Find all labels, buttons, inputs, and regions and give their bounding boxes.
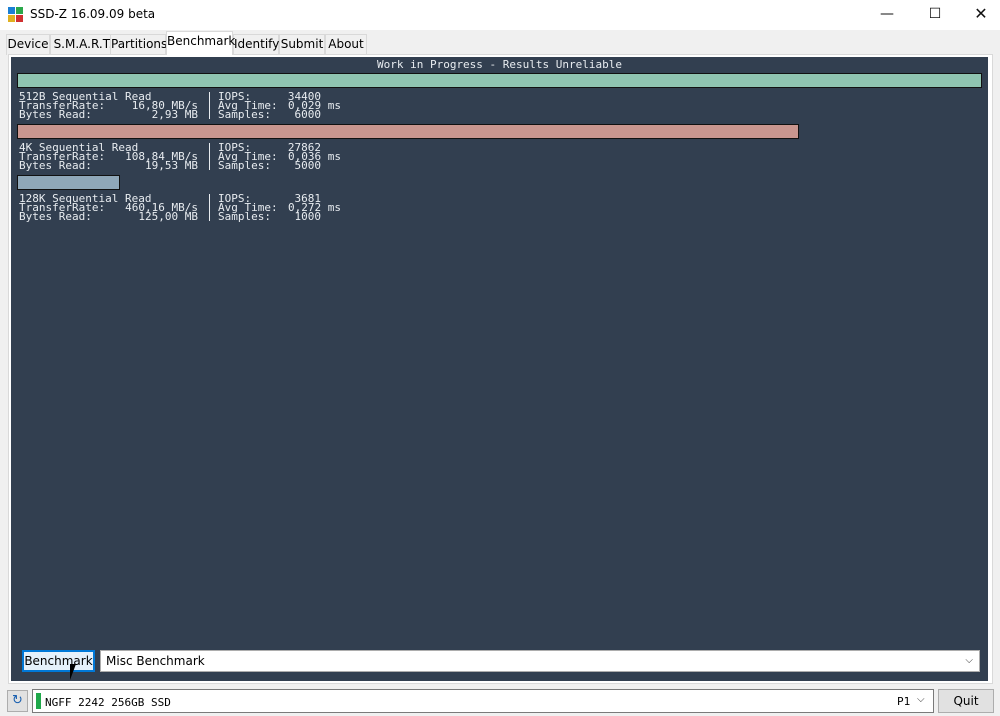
status-bar: ↻ NGFF 2242 256GB SSD P1 ⌵ Quit xyxy=(0,686,1000,716)
benchmark-console: Work in Progress - Results Unreliable 51… xyxy=(11,57,988,681)
drive-select[interactable]: NGFF 2242 256GB SSD P1 ⌵ xyxy=(32,689,934,713)
results-banner: Work in Progress - Results Unreliable xyxy=(376,58,623,71)
title-bar: SSD-Z 16.09.09 beta — ☐ ✕ xyxy=(0,0,1000,30)
drive-port: P1 xyxy=(897,695,911,708)
maximize-button[interactable]: ☐ xyxy=(912,0,958,30)
chevron-down-icon: ⌵ xyxy=(965,655,973,666)
tab-smart[interactable]: S.M.A.R.T. xyxy=(50,34,116,55)
samples-label: Samples: xyxy=(218,108,271,121)
close-button[interactable]: ✕ xyxy=(958,0,1000,30)
mouse-cursor-icon xyxy=(70,664,76,680)
samples-value: 1000 xyxy=(294,210,322,223)
chevron-down-icon: ⌵ xyxy=(917,694,925,705)
minimize-button[interactable]: — xyxy=(864,0,910,30)
samples-value: 5000 xyxy=(294,159,322,172)
result-bar-128k xyxy=(17,175,120,190)
result-bar-512b xyxy=(17,73,982,88)
column-separator xyxy=(209,143,210,170)
refresh-icon: ↻ xyxy=(12,693,23,708)
column-separator xyxy=(209,92,210,119)
samples-value: 6000 xyxy=(294,108,322,121)
drive-name: NGFF 2242 256GB SSD xyxy=(45,696,171,709)
window-title: SSD-Z 16.09.09 beta xyxy=(30,7,156,21)
benchmark-mode-select[interactable]: Misc Benchmark ⌵ xyxy=(100,650,980,672)
column-separator xyxy=(209,194,210,221)
tab-about[interactable]: About xyxy=(325,34,367,55)
samples-label: Samples: xyxy=(218,210,271,223)
app-icon xyxy=(8,7,23,22)
bytes-label: Bytes Read: xyxy=(19,210,92,223)
bytes-value: 125,00 MB xyxy=(138,210,198,223)
tab-submit[interactable]: Submit xyxy=(279,34,325,55)
benchmark-mode-value: Misc Benchmark xyxy=(106,654,205,668)
run-benchmark-button[interactable]: Benchmark xyxy=(22,650,95,672)
refresh-button[interactable]: ↻ xyxy=(7,690,28,712)
bytes-label: Bytes Read: xyxy=(19,159,92,172)
quit-button[interactable]: Quit xyxy=(938,689,994,713)
tab-partitions[interactable]: Partitions xyxy=(110,34,167,55)
samples-label: Samples: xyxy=(218,159,271,172)
bytes-label: Bytes Read: xyxy=(19,108,92,121)
result-bar-4k xyxy=(17,124,799,139)
drive-status-indicator xyxy=(36,693,41,709)
tab-identify[interactable]: Identify xyxy=(233,34,279,55)
tab-benchmark[interactable]: Benchmark xyxy=(166,31,235,55)
tab-device[interactable]: Device xyxy=(6,34,50,55)
bytes-value: 19,53 MB xyxy=(145,159,198,172)
bytes-value: 2,93 MB xyxy=(151,108,198,121)
